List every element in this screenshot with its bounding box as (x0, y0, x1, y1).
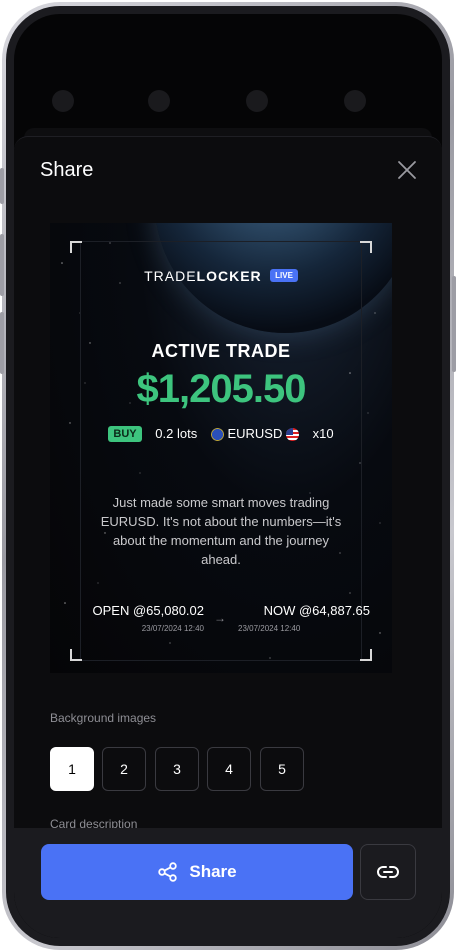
background-app (14, 90, 442, 184)
share-button-label: Share (189, 862, 237, 881)
live-badge: LIVE (270, 269, 298, 283)
logo-text-bold: LOCKER (196, 267, 262, 284)
lots-value: 0.2 lots (155, 426, 198, 442)
background-images-label: Background images (50, 711, 157, 725)
open-time: 23/07/2024 12:40 (141, 624, 204, 633)
power-button (452, 276, 456, 372)
volume-down-button (0, 312, 4, 374)
trade-meta: BUY 0.2 lots EURUSD x10 (50, 425, 392, 442)
logo-text-light: TRADE (144, 267, 197, 284)
background-option-1[interactable]: 1 (50, 747, 94, 791)
eu-flag-icon (210, 428, 224, 442)
share-icon (158, 862, 178, 882)
now-price-label: NOW @64,887.65 (263, 603, 370, 618)
sheet-title: Share (40, 159, 94, 181)
volume-up-button (0, 234, 4, 296)
symbol-group: EURUSD (210, 426, 299, 442)
background-option-4[interactable]: 4 (207, 747, 251, 791)
corner-mark (360, 241, 372, 253)
arrow-right-icon: → (214, 611, 226, 625)
background-option-5[interactable]: 5 (260, 747, 304, 791)
card-frame (80, 241, 362, 661)
close-button[interactable] (396, 159, 418, 181)
bottom-action-bar: Share (14, 828, 442, 938)
background-option-3[interactable]: 3 (155, 747, 199, 791)
leverage-value: x10 (312, 426, 334, 442)
us-flag-icon (285, 428, 299, 442)
trade-card: TRADELOCKER LIVE ACTIVE TRADE $1,205.50 … (50, 223, 392, 673)
corner-mark (70, 649, 82, 661)
open-price: OPEN @65,080.02 23/07/2024 12:40 (70, 603, 204, 633)
share-button[interactable]: Share (41, 844, 353, 900)
phone-frame: Share TRADELOCKER LIVE ACTIVE TRADE $1,2… (2, 2, 454, 950)
symbol-value: EURUSD (227, 426, 283, 442)
now-time: 23/07/2024 12:40 (238, 624, 301, 633)
link-icon (377, 866, 399, 878)
corner-mark (70, 241, 82, 253)
open-price-label: OPEN @65,080.02 (92, 603, 204, 618)
card-heading: ACTIVE TRADE (151, 341, 291, 361)
pnl-amount: $1,205.50 (136, 367, 307, 411)
corner-mark (360, 649, 372, 661)
mute-switch (0, 168, 4, 204)
screen: Share TRADELOCKER LIVE ACTIVE TRADE $1,2… (14, 14, 442, 938)
now-price: NOW @64,887.65 23/07/2024 12:40 (238, 603, 370, 633)
close-icon (398, 161, 416, 179)
share-sheet: Share TRADELOCKER LIVE ACTIVE TRADE $1,2… (14, 136, 442, 938)
side-badge: BUY (108, 425, 142, 442)
card-description-text: Just made some smart moves trading EURUS… (100, 495, 342, 567)
tradelocker-logo: TRADELOCKER LIVE (50, 267, 392, 285)
copy-link-button[interactable] (360, 844, 416, 900)
background-option-2[interactable]: 2 (102, 747, 146, 791)
